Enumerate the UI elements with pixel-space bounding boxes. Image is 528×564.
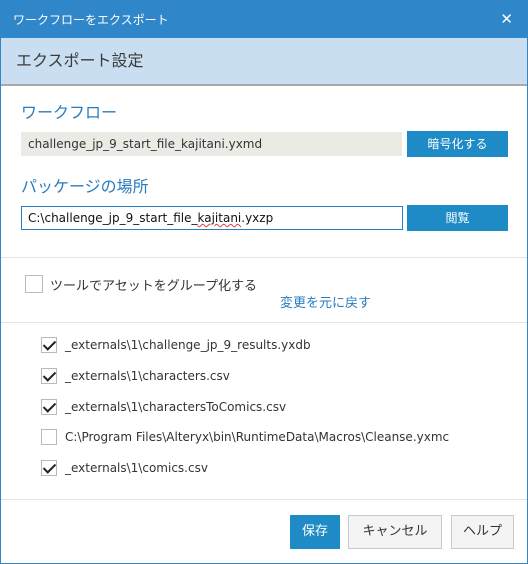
file-label: _externals\1\charactersToComics.csv [65,400,287,414]
workflow-path-field: challenge_jp_9_start_file_kajitani.yxmd [21,132,402,156]
file-checkbox[interactable] [41,368,57,384]
workflow-section-label: ワークフロー [21,103,118,122]
divider-middle [1,322,527,323]
settings-header-title: エクスポート設定 [16,51,144,70]
file-label: _externals\1\characters.csv [65,369,230,383]
file-checkbox[interactable] [41,429,57,445]
check-mark-icon [42,337,57,351]
settings-header: エクスポート設定 [1,38,527,86]
file-checkbox[interactable] [41,337,57,353]
file-label: _externals\1\comics.csv [65,461,208,475]
package-location-input[interactable]: C:\challenge_jp_9_start_file_kajitani.yx… [21,206,403,230]
check-mark-icon [42,368,57,382]
window-title: ワークフローをエクスポート [13,13,169,27]
file-label: _externals\1\challenge_jp_9_results.yxdb [65,338,311,352]
file-label: C:\Program Files\Alteryx\bin\RuntimeData… [65,430,450,444]
export-workflow-dialog: ワークフローをエクスポート ✕ エクスポート設定 ワークフロー challeng… [0,0,528,564]
browse-button[interactable]: 閲覧 [407,205,508,231]
group-assets-label: ツールでアセットをグループ化する [50,279,257,294]
encrypt-button[interactable]: 暗号化する [407,131,508,157]
title-bar[interactable]: ワークフローをエクスポート ✕ [1,1,527,38]
divider-bottom [1,499,527,500]
package-path-misspelled: kajitani [197,211,242,225]
file-checkbox[interactable] [41,399,57,415]
revert-changes-link[interactable]: 変更を元に戻す [280,295,371,313]
group-assets-checkbox[interactable] [25,275,43,293]
check-mark-icon [42,460,57,474]
package-location-label: パッケージの場所 [21,177,149,196]
package-path-suffix: .yxzp [241,211,274,225]
divider-top [1,257,527,258]
package-path-prefix: C:\challenge_jp_9_start_file_ [28,211,198,225]
close-icon[interactable]: ✕ [500,10,513,28]
cancel-button[interactable]: キャンセル [348,515,442,549]
help-button[interactable]: ヘルプ [451,515,514,549]
file-checkbox[interactable] [41,460,57,476]
save-button[interactable]: 保存 [290,515,340,549]
check-mark-icon [42,399,57,413]
